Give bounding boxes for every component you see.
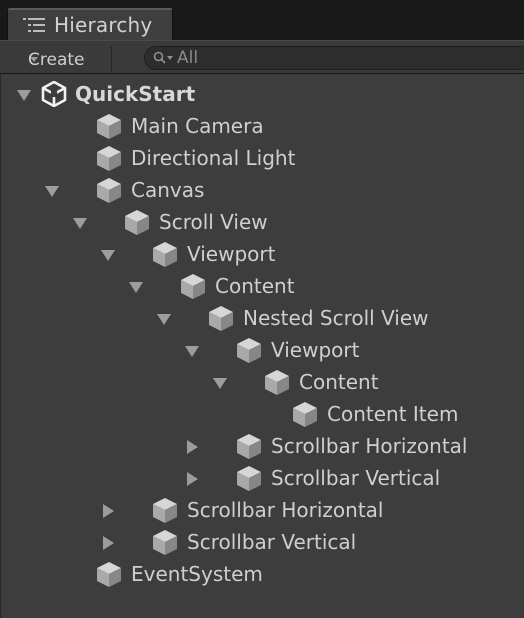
tree-row-label: Content [215,274,295,298]
gameobject-cube-icon [97,562,121,587]
search-input[interactable] [177,48,477,68]
tree-row[interactable]: Viewport [1,238,521,270]
expanded-arrow-icon[interactable] [100,247,116,263]
tree-row[interactable]: Scroll View [1,206,521,238]
tree-row-label: Main Camera [131,114,264,138]
tree-row-label: Viewport [187,242,276,266]
gameobject-cube-icon [181,274,205,299]
tree-row-label: Directional Light [131,146,296,170]
tree-row-label: EventSystem [131,562,263,586]
tree-row[interactable]: Scrollbar Vertical [1,462,521,494]
gameobject-cube-icon [237,338,261,363]
hierarchy-toolbar: Create [0,40,524,74]
gameobject-cube-icon [153,530,177,555]
tree-row-label: Scroll View [159,210,268,234]
tree-row-label: Viewport [271,338,360,362]
tree-row[interactable]: EventSystem [1,558,521,590]
gameobject-cube-icon [97,114,121,139]
hierarchy-list-icon [23,18,45,32]
tree-row-label: Nested Scroll View [243,306,429,330]
tree-row[interactable]: Content Item [1,398,521,430]
scene-row[interactable]: QuickStart [1,78,521,110]
tree-row[interactable]: Scrollbar Horizontal [1,494,521,526]
tree-row[interactable]: Content [1,366,521,398]
expanded-arrow-icon[interactable] [72,215,88,231]
gameobject-cube-icon [153,242,177,267]
search-dropdown-icon[interactable] [153,51,175,65]
tree-row-label: Content Item [327,402,459,426]
expanded-arrow-icon[interactable] [212,375,228,391]
gameobject-cube-icon [237,466,261,491]
gameobject-cube-icon [237,434,261,459]
tree-row[interactable]: Nested Scroll View [1,302,521,334]
gameobject-cube-icon [125,210,149,235]
tree-row-label: Canvas [131,178,205,202]
tree-row[interactable]: Viewport [1,334,521,366]
tree-row-label: Scrollbar Horizontal [271,434,468,458]
expanded-arrow-icon[interactable] [44,183,60,199]
tree-row[interactable]: Scrollbar Horizontal [1,430,521,462]
tree-row[interactable]: Canvas [1,174,521,206]
tree-row-label: Scrollbar Horizontal [187,498,384,522]
tree-row-label: Content [299,370,379,394]
expanded-arrow-icon[interactable] [156,311,172,327]
search-field[interactable] [144,46,524,70]
tree-row-label: QuickStart [75,82,196,106]
collapsed-arrow-icon[interactable] [184,439,200,455]
tree-row[interactable]: Directional Light [1,142,521,174]
expanded-arrow-icon[interactable] [128,279,144,295]
tab-hierarchy[interactable]: Hierarchy [7,8,173,40]
tree-row[interactable]: Main Camera [1,110,521,142]
tree-row[interactable]: Scrollbar Vertical [1,526,521,558]
gameobject-cube-icon [97,146,121,171]
unity-scene-icon [41,81,67,107]
tab-bar: Hierarchy [0,0,524,40]
gameobject-cube-icon [209,306,233,331]
gameobject-cube-icon [265,370,289,395]
collapsed-arrow-icon[interactable] [100,503,116,519]
expanded-arrow-icon[interactable] [16,87,32,103]
expanded-arrow-icon[interactable] [184,343,200,359]
hierarchy-tree[interactable]: QuickStart Main Camera Directional Light Ca… [0,74,524,618]
gameobject-cube-icon [97,178,121,203]
gameobject-cube-icon [293,402,317,427]
tab-title: Hierarchy [54,13,153,37]
tree-row-label: Scrollbar Vertical [187,530,357,554]
create-button[interactable]: Create [18,46,112,72]
collapsed-arrow-icon[interactable] [100,535,116,551]
gameobject-cube-icon [153,498,177,523]
tree-row-label: Scrollbar Vertical [271,466,441,490]
tree-row[interactable]: Content [1,270,521,302]
create-button-label: Create [28,50,85,70]
collapsed-arrow-icon[interactable] [184,471,200,487]
